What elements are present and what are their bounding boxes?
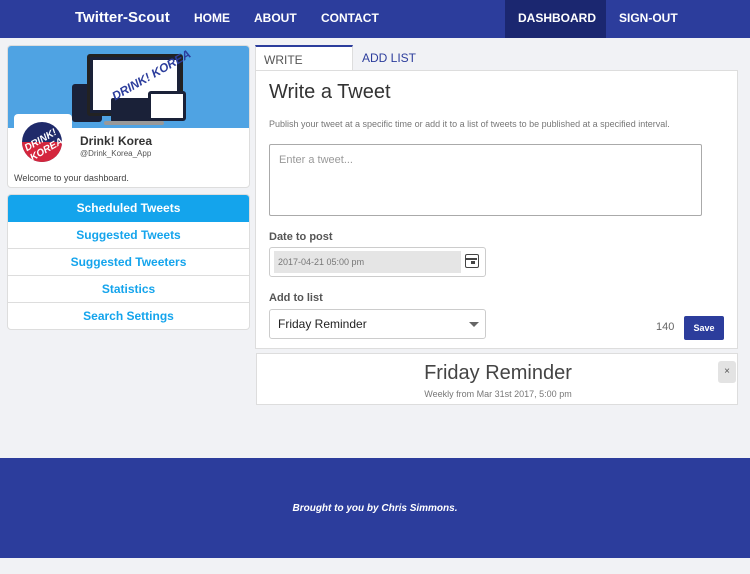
nav-contact[interactable]: CONTACT	[321, 11, 379, 25]
date-picker[interactable]: 2017-04-21 05:00 pm	[269, 247, 486, 277]
save-button[interactable]: Save	[684, 316, 724, 340]
list-title: Friday Reminder	[424, 362, 572, 384]
chevron-down-icon	[469, 322, 479, 327]
welcome-message: Welcome to your dashboard.	[14, 173, 129, 183]
write-subtitle: Publish your tweet at a specific time or…	[269, 119, 670, 129]
sidebar-nav: Scheduled Tweets Suggested Tweets Sugges…	[7, 194, 250, 330]
avatar-logo-icon: DRINK! KOREA	[22, 122, 62, 162]
footer: Brought to you by Chris Simmons.	[0, 458, 750, 558]
date-input[interactable]: 2017-04-21 05:00 pm	[274, 251, 461, 273]
scheduled-list-card: Friday Reminder Weekly from Mar 31st 201…	[256, 353, 738, 405]
profile-card: DRINK! KOREA DRINK! KOREA Drink! Korea @…	[7, 45, 250, 188]
sidebar-item-suggested-tweets[interactable]: Suggested Tweets	[8, 222, 249, 249]
top-navbar: Twitter-Scout HOME ABOUT CONTACT DASHBOA…	[0, 0, 750, 38]
sidebar-item-statistics[interactable]: Statistics	[8, 276, 249, 303]
nav-sign-out[interactable]: SIGN-OUT	[619, 11, 678, 25]
date-label: Date to post	[269, 231, 333, 243]
sidebar-item-suggested-tweeters[interactable]: Suggested Tweeters	[8, 249, 249, 276]
main-panel: WRITE TWEET ADD LIST Write a Tweet Publi…	[255, 45, 738, 349]
nav-dashboard[interactable]: DASHBOARD	[518, 11, 596, 25]
sidebar-item-search-settings[interactable]: Search Settings	[8, 303, 249, 329]
banner-laptop-base	[104, 121, 164, 125]
brand-logo[interactable]: Twitter-Scout	[75, 9, 170, 26]
calendar-icon[interactable]	[465, 254, 479, 268]
profile-handle: @Drink_Korea_App	[80, 149, 152, 158]
sidebar-item-scheduled-tweets[interactable]: Scheduled Tweets	[8, 195, 249, 222]
profile-name: Drink! Korea	[80, 134, 153, 148]
page-title: Write a Tweet	[269, 81, 391, 103]
close-icon[interactable]: ×	[718, 361, 736, 383]
list-select-value: Friday Reminder	[278, 317, 367, 331]
list-schedule: Weekly from Mar 31st 2017, 5:00 pm	[424, 389, 572, 399]
tab-write-tweet[interactable]: WRITE TWEET	[255, 45, 353, 93]
footer-credit: Brought to you by Chris Simmons.	[292, 503, 458, 514]
nav-about[interactable]: ABOUT	[254, 11, 297, 25]
nav-home[interactable]: HOME	[194, 11, 230, 25]
tweet-input[interactable]: Enter a tweet...	[269, 144, 702, 216]
list-select[interactable]: Friday Reminder	[269, 309, 486, 339]
char-count: 140	[656, 321, 675, 333]
tab-add-list[interactable]: ADD LIST	[354, 45, 424, 71]
banner-phone-image	[148, 91, 186, 121]
write-tweet-card: Write a Tweet Publish your tweet at a sp…	[255, 70, 738, 349]
avatar-logo-text: DRINK! KOREA	[22, 127, 62, 162]
avatar: DRINK! KOREA	[14, 114, 72, 168]
list-label: Add to list	[269, 292, 323, 304]
banner-phone-screen	[151, 94, 183, 118]
